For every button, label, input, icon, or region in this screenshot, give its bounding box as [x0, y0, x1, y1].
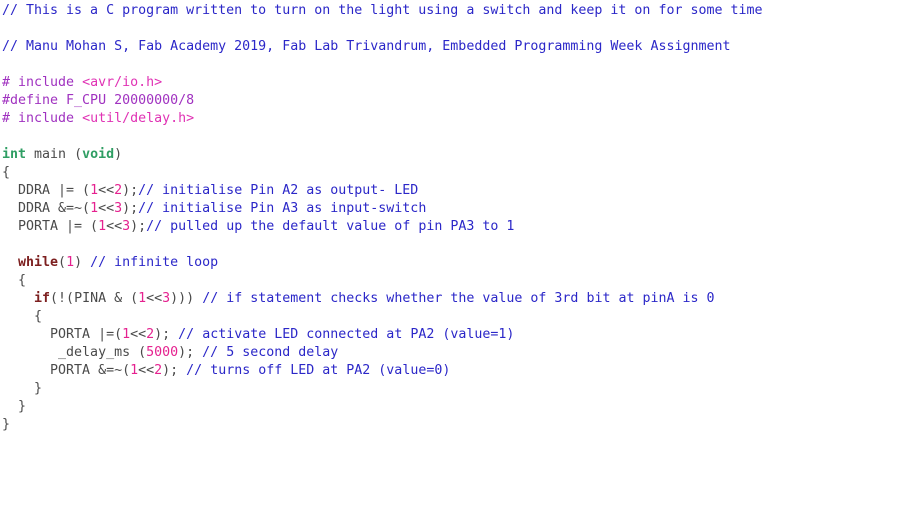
code-line: // Manu Mohan S, Fab Academy 2019, Fab L… — [2, 38, 902, 56]
code-token-plain: ); — [162, 363, 187, 378]
code-token-preproc: # include — [2, 75, 83, 90]
code-token-keyword: while — [18, 255, 59, 270]
code-line: PORTA |=(1<<2); // activate LED connecte… — [2, 326, 902, 344]
code-line: PORTA &=~(1<<2); // turns off LED at PA2… — [2, 362, 902, 380]
code-token-number: 1 — [122, 327, 131, 342]
code-token-brace: } — [2, 381, 43, 396]
code-token-plain: main ( — [26, 147, 83, 162]
code-token-comment: // turns off LED at PA2 (value=0) — [186, 363, 451, 378]
code-line: PORTA |= (1<<3);// pulled up the default… — [2, 218, 902, 236]
code-token-plain: ( — [58, 255, 67, 270]
code-token-plain: PORTA &=~( — [2, 363, 131, 378]
code-line: # include <util/delay.h> — [2, 110, 902, 128]
code-line: { — [2, 164, 902, 182]
code-token-type: void — [82, 147, 115, 162]
code-token-comment: // This is a C program written to turn o… — [2, 3, 763, 18]
code-token-plain: ); — [154, 327, 179, 342]
code-line: { — [2, 308, 902, 326]
code-line: if(!(PINA & (1<<3))) // if statement che… — [2, 290, 902, 308]
code-token-number: 3 — [122, 219, 131, 234]
code-token-number: 1 — [66, 255, 75, 270]
code-line: _delay_ms (5000); // 5 second delay — [2, 344, 902, 362]
code-token-plain: << — [106, 219, 123, 234]
code-token-plain: << — [138, 363, 155, 378]
code-line: // This is a C program written to turn o… — [2, 2, 902, 20]
code-line: #define F_CPU 20000000/8 — [2, 92, 902, 110]
code-token-comment: // infinite loop — [90, 255, 219, 270]
code-line: DDRA |= (1<<2);// initialise Pin A2 as o… — [2, 182, 902, 200]
code-token-number: 1 — [98, 219, 107, 234]
code-token-plain: PORTA |=( — [2, 327, 123, 342]
code-token-plain: ) — [74, 255, 91, 270]
code-token-number: 2 — [114, 183, 123, 198]
code-token-brace: { — [2, 165, 11, 180]
code-token-plain: PORTA |= ( — [2, 219, 99, 234]
code-line: } — [2, 380, 902, 398]
code-token-number: 2 — [154, 363, 163, 378]
code-line: # include <avr/io.h> — [2, 74, 902, 92]
code-token-include: <avr/io.h> — [82, 75, 163, 90]
code-token-plain: ); — [130, 219, 147, 234]
code-token-plain: _delay_ms ( — [2, 345, 147, 360]
code-listing[interactable]: // This is a C program written to turn o… — [0, 0, 902, 434]
code-token-plain: << — [98, 201, 115, 216]
code-token-brace: { — [2, 273, 27, 288]
code-token-comment: // initialise Pin A2 as output- LED — [138, 183, 419, 198]
code-token-comment: // pulled up the default value of pin PA… — [146, 219, 515, 234]
code-token-comment: // if statement checks whether the value… — [202, 291, 715, 306]
code-token-preproc: #define F_CPU 20000000/8 — [2, 93, 195, 108]
code-token-brace: } — [2, 417, 11, 432]
code-token-number: 1 — [90, 183, 99, 198]
code-line: int main (void) — [2, 146, 902, 164]
code-token-brace: { — [2, 309, 43, 324]
code-token-number: 1 — [138, 291, 147, 306]
code-token-number: 3 — [114, 201, 123, 216]
code-token-number: 1 — [90, 201, 99, 216]
code-token-number: 3 — [162, 291, 171, 306]
code-token-plain: ); — [122, 183, 139, 198]
code-token-comment: // 5 second delay — [202, 345, 339, 360]
code-token-plain: << — [130, 327, 147, 342]
code-token-plain: << — [98, 183, 115, 198]
code-token-brace: } — [2, 399, 27, 414]
code-token-plain: DDRA &=~( — [2, 201, 91, 216]
code-token-plain: << — [146, 291, 163, 306]
code-token-comment: // Manu Mohan S, Fab Academy 2019, Fab L… — [2, 39, 731, 54]
code-line: } — [2, 398, 902, 416]
code-token-plain: ) — [114, 147, 123, 162]
code-token-include: <util/delay.h> — [82, 111, 195, 126]
code-line: } — [2, 416, 902, 434]
code-token-keyword: if — [34, 291, 51, 306]
code-token-number: 1 — [130, 363, 139, 378]
code-line: { — [2, 272, 902, 290]
code-token-number: 2 — [146, 327, 155, 342]
code-token-comment: // activate LED connected at PA2 (value=… — [178, 327, 515, 342]
code-token-comment: // initialise Pin A3 as input-switch — [138, 201, 427, 216]
code-token-type: int — [2, 147, 27, 162]
code-token-plain: (!(PINA & ( — [50, 291, 139, 306]
code-token-plain: DDRA |= ( — [2, 183, 91, 198]
code-token-plain: ))) — [170, 291, 203, 306]
code-line: DDRA &=~(1<<3);// initialise Pin A3 as i… — [2, 200, 902, 218]
code-token-preproc: # include — [2, 111, 83, 126]
code-token-number: 5000 — [146, 345, 179, 360]
code-token-plain: ); — [178, 345, 203, 360]
code-line: while(1) // infinite loop — [2, 254, 902, 272]
code-token-plain: ); — [122, 201, 139, 216]
